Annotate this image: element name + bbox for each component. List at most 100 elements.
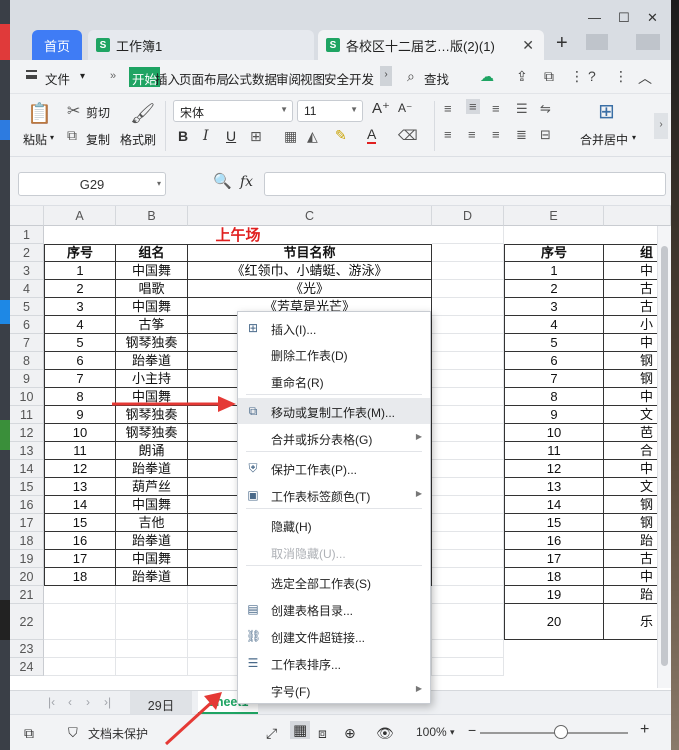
- context-menu-item[interactable]: 隐藏(H): [238, 512, 430, 538]
- cell-empty[interactable]: [432, 352, 504, 370]
- prev-sheet-icon[interactable]: ‹: [68, 695, 72, 709]
- cell-empty[interactable]: [44, 658, 116, 676]
- cell-empty[interactable]: [432, 514, 504, 532]
- context-menu-item[interactable]: ⛓ 创建文件超链接...: [238, 623, 430, 649]
- context-menu-item[interactable]: 重命名(R): [238, 368, 430, 394]
- cell-seq-right[interactable]: 19: [504, 586, 604, 604]
- normal-view-icon[interactable]: ▦: [290, 721, 311, 739]
- align-left-icon[interactable]: ≡: [444, 127, 452, 142]
- name-box[interactable]: G29 ▾: [18, 172, 166, 196]
- close-tab-icon[interactable]: ✕: [522, 37, 534, 54]
- cell-seq-right[interactable]: 2: [504, 280, 604, 298]
- cell-group[interactable]: 中国舞: [116, 496, 188, 514]
- ribbon-scroll-icon[interactable]: ›: [654, 113, 668, 139]
- vertical-scrollbar[interactable]: [657, 226, 671, 688]
- search-icon[interactable]: ⌕: [407, 68, 415, 85]
- help-icon[interactable]: ?: [588, 68, 596, 84]
- cell-seq[interactable]: 7: [44, 370, 116, 388]
- align-bottom-icon[interactable]: ≡: [492, 101, 500, 116]
- cell-seq-right[interactable]: 12: [504, 460, 604, 478]
- context-menu-item[interactable]: 合并或拆分表格(G) ▶: [238, 425, 430, 451]
- cell-empty[interactable]: [432, 460, 504, 478]
- last-sheet-icon[interactable]: ›|: [104, 695, 111, 709]
- increase-font-icon[interactable]: A⁺: [372, 99, 390, 117]
- hamburger-menu-icon[interactable]: [26, 70, 37, 79]
- cell-empty[interactable]: [432, 640, 504, 658]
- row-header[interactable]: 15: [10, 478, 44, 496]
- row-header[interactable]: 9: [10, 370, 44, 388]
- cell-group[interactable]: 小主持: [116, 370, 188, 388]
- row-header[interactable]: 14: [10, 460, 44, 478]
- fx-icon[interactable]: fx: [240, 174, 253, 190]
- cell-seq[interactable]: 1: [44, 262, 116, 280]
- highlight-icon[interactable]: ✎: [335, 127, 347, 144]
- row-header[interactable]: 18: [10, 532, 44, 550]
- cell-empty[interactable]: [432, 280, 504, 298]
- cell-seq[interactable]: 14: [44, 496, 116, 514]
- cell-seq[interactable]: 8: [44, 388, 116, 406]
- more-arrows-icon[interactable]: »: [110, 70, 116, 82]
- tab-insert[interactable]: 插入: [155, 69, 180, 88]
- context-menu-item[interactable]: 删除工作表(D): [238, 341, 430, 367]
- protection-status[interactable]: 文档未保护: [88, 725, 148, 742]
- tab-developer[interactable]: 开发: [349, 69, 374, 88]
- cell-seq-right[interactable]: 15: [504, 514, 604, 532]
- cell-seq[interactable]: 11: [44, 442, 116, 460]
- cell-empty[interactable]: [432, 586, 504, 604]
- cell-group[interactable]: 跆拳道: [116, 532, 188, 550]
- cell-empty[interactable]: [432, 604, 504, 640]
- cell-empty[interactable]: [432, 316, 504, 334]
- row-header[interactable]: 13: [10, 442, 44, 460]
- cell-group[interactable]: 中国舞: [116, 298, 188, 316]
- row-header[interactable]: 2: [10, 244, 44, 262]
- context-menu-item[interactable]: ☰ 工作表排序...: [238, 650, 430, 676]
- align-center-icon[interactable]: ≡: [468, 127, 476, 142]
- tab-home[interactable]: 首页: [32, 30, 82, 60]
- align-right-icon[interactable]: ≡: [492, 127, 500, 142]
- cell-empty[interactable]: [432, 496, 504, 514]
- zoom-slider-knob[interactable]: [554, 725, 568, 739]
- cell-program[interactable]: 《光》: [188, 280, 432, 298]
- maximize-icon[interactable]: ☐: [618, 10, 630, 26]
- new-tab-plus-icon[interactable]: +: [556, 32, 568, 55]
- context-menu-item[interactable]: ⊞ 插入(I)...: [238, 315, 430, 341]
- cell-empty[interactable]: [432, 298, 504, 316]
- context-menu-item[interactable]: 字号(F) ▶: [238, 677, 430, 703]
- cloud-sync-icon[interactable]: ☁: [480, 68, 494, 85]
- select-all-corner[interactable]: [10, 206, 44, 226]
- cell-empty[interactable]: [44, 604, 116, 640]
- font-size-select[interactable]: 11 ▼: [297, 100, 363, 122]
- avatar[interactable]: [636, 34, 660, 50]
- fill-color-icon[interactable]: ◭: [307, 128, 318, 145]
- cell-seq-right[interactable]: 3: [504, 298, 604, 316]
- format-painter-icon[interactable]: 🖌: [130, 101, 155, 126]
- menu-file[interactable]: 文件: [45, 69, 70, 88]
- cell-seq-right[interactable]: 8: [504, 388, 604, 406]
- align-middle-icon[interactable]: ≡: [466, 99, 480, 114]
- cell-seq[interactable]: 17: [44, 550, 116, 568]
- cell-seq-right[interactable]: 4: [504, 316, 604, 334]
- tab-security[interactable]: 安全: [324, 69, 349, 88]
- tab-data[interactable]: 数据: [252, 69, 277, 88]
- cell-empty[interactable]: [116, 658, 188, 676]
- cell-seq-right[interactable]: 13: [504, 478, 604, 496]
- cell-empty[interactable]: [44, 640, 116, 658]
- cell-group[interactable]: 跆拳道: [116, 460, 188, 478]
- cell-empty[interactable]: [116, 640, 188, 658]
- cell-seq[interactable]: 10: [44, 424, 116, 442]
- cell-seq-right[interactable]: 10: [504, 424, 604, 442]
- tab-page-layout[interactable]: 页面布局: [179, 69, 229, 88]
- cell-seq[interactable]: 3: [44, 298, 116, 316]
- collapse-ribbon-icon[interactable]: ︿: [638, 68, 652, 88]
- cell-empty[interactable]: [432, 550, 504, 568]
- cell-seq-right[interactable]: 7: [504, 370, 604, 388]
- paste-dropdown-icon[interactable]: ▾: [50, 133, 54, 142]
- row-header[interactable]: 12: [10, 424, 44, 442]
- cell-group[interactable]: 唱歌: [116, 280, 188, 298]
- font-family-select[interactable]: 宋体 ▼: [173, 100, 293, 122]
- row-header[interactable]: 6: [10, 316, 44, 334]
- page-break-view-icon[interactable]: ⧈: [318, 725, 327, 742]
- cell-empty[interactable]: [432, 568, 504, 586]
- cell-seq-right[interactable]: 18: [504, 568, 604, 586]
- context-menu-item[interactable]: ▣ 工作表标签颜色(T) ▶: [238, 482, 430, 508]
